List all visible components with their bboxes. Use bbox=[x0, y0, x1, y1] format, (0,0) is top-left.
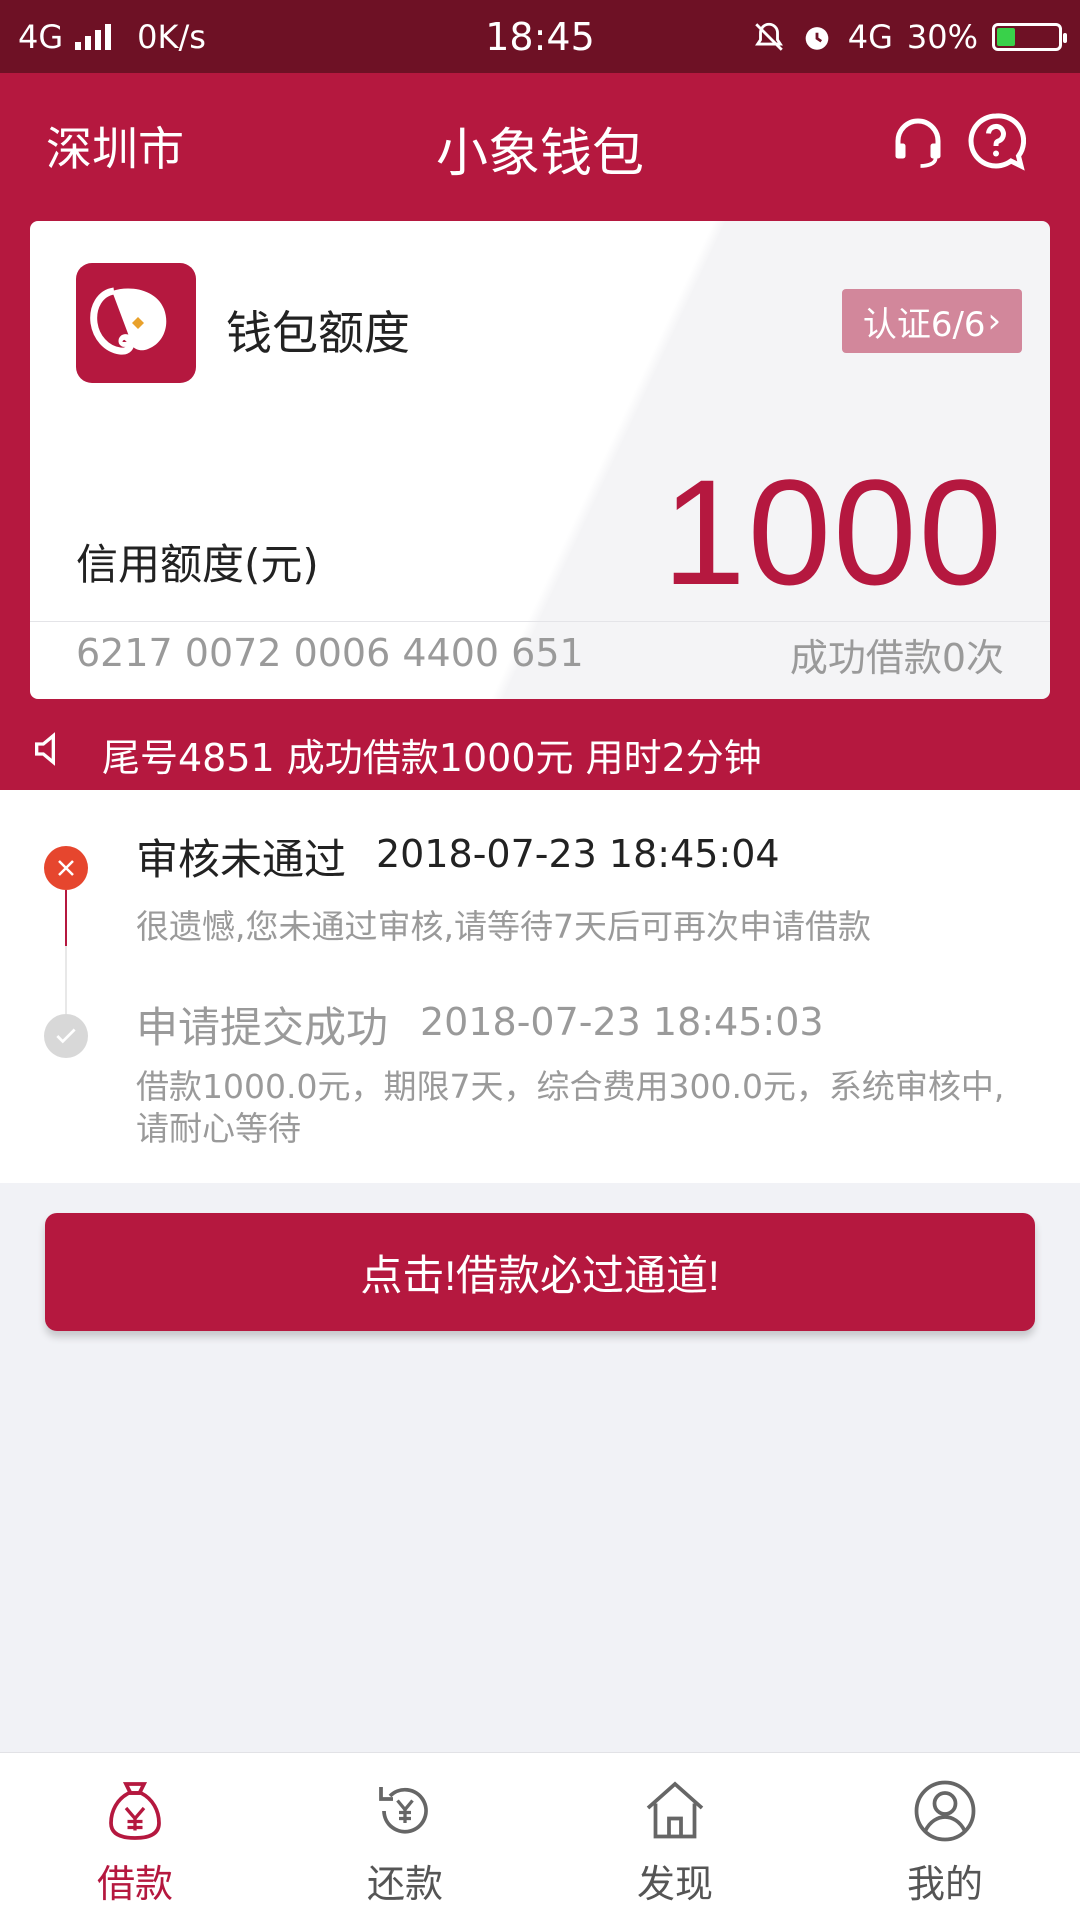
repay-icon bbox=[379, 1787, 428, 1834]
loan-channel-button[interactable]: 点击!借款必过通道! bbox=[45, 1213, 1035, 1331]
status-title: 审核未通过 bbox=[136, 835, 347, 884]
status-time: 2018-07-23 18:45:04 bbox=[376, 832, 780, 876]
network-type: 4G bbox=[18, 17, 64, 56]
wallet-limit-title: 钱包额度 bbox=[226, 306, 410, 360]
status-description: 很遗憾,您未通过审核,请等待7天后可再次申请借款 bbox=[136, 907, 871, 946]
check-icon bbox=[44, 1014, 88, 1058]
credit-limit-amount: 1000 bbox=[662, 448, 1004, 616]
certification-badge[interactable]: 认证6/6 › bbox=[842, 289, 1022, 353]
tab-label: 还款 bbox=[366, 1862, 443, 1906]
alarm-icon bbox=[805, 26, 829, 50]
credit-limit-label: 信用额度(元) bbox=[76, 540, 319, 589]
header: 深圳市 小象钱包 钱包额度 认证6/6 › 信用额度(元) 1000 6217 … bbox=[0, 73, 1080, 790]
success-loan-count: 成功借款0次 bbox=[789, 636, 1004, 680]
headset-icon[interactable] bbox=[888, 111, 948, 171]
signal-icon bbox=[75, 23, 112, 50]
tab-mine[interactable]: 我的 bbox=[810, 1753, 1080, 1920]
mute-bell-icon bbox=[754, 22, 783, 51]
tab-label: 借款 bbox=[96, 1862, 173, 1906]
clock: 18:45 bbox=[485, 14, 595, 59]
speaker-icon bbox=[35, 732, 55, 766]
fail-x-icon bbox=[44, 846, 88, 890]
status-title: 申请提交成功 bbox=[136, 1003, 389, 1052]
help-icon[interactable] bbox=[966, 111, 1026, 171]
tab-discover[interactable]: 发现 bbox=[540, 1753, 810, 1920]
network-speed: 0K/s bbox=[137, 17, 206, 56]
network-type-right: 4G bbox=[847, 17, 893, 56]
battery-percent: 30% bbox=[906, 17, 978, 56]
timeline-connector bbox=[65, 890, 67, 946]
loan-status-timeline: 审核未通过 2018-07-23 18:45:04 很遗憾,您未通过审核,请等待… bbox=[0, 790, 1080, 1183]
tab-borrow[interactable]: 借款 bbox=[0, 1753, 270, 1920]
tab-label: 我的 bbox=[906, 1862, 983, 1906]
elephant-logo-icon bbox=[76, 263, 196, 383]
credit-card-panel: 钱包额度 认证6/6 › 信用额度(元) 1000 6217 0072 0006… bbox=[30, 221, 1050, 699]
bottom-tab-bar: 借款 还款 发现 我的 bbox=[0, 1752, 1080, 1920]
chevron-right-icon: › bbox=[987, 301, 1002, 341]
status-description: 借款1000.0元，期限7天，综合费用300.0元，系统审核中,请耐心等待 bbox=[136, 1067, 1005, 1148]
money-bag-icon bbox=[109, 1782, 161, 1840]
timeline-connector-faded bbox=[65, 946, 67, 1014]
certification-label: 认证6/6 bbox=[862, 304, 986, 345]
notice-text: 尾号4851 成功借款1000元 用时2分钟 bbox=[102, 736, 762, 780]
tab-repay[interactable]: 还款 bbox=[270, 1753, 540, 1920]
tab-label: 发现 bbox=[636, 1862, 713, 1906]
battery-icon bbox=[992, 22, 1067, 51]
notice-bar: 尾号4851 成功借款1000元 用时2分钟 bbox=[0, 713, 1080, 790]
status-bar: 4G 0K/s 18:45 4G 30% bbox=[0, 0, 1080, 73]
status-time: 2018-07-23 18:45:03 bbox=[420, 1000, 824, 1044]
divider bbox=[30, 621, 1050, 622]
user-icon bbox=[914, 1780, 976, 1842]
home-icon bbox=[646, 1781, 704, 1839]
bank-card-number: 6217 0072 0006 4400 651 bbox=[76, 631, 584, 675]
